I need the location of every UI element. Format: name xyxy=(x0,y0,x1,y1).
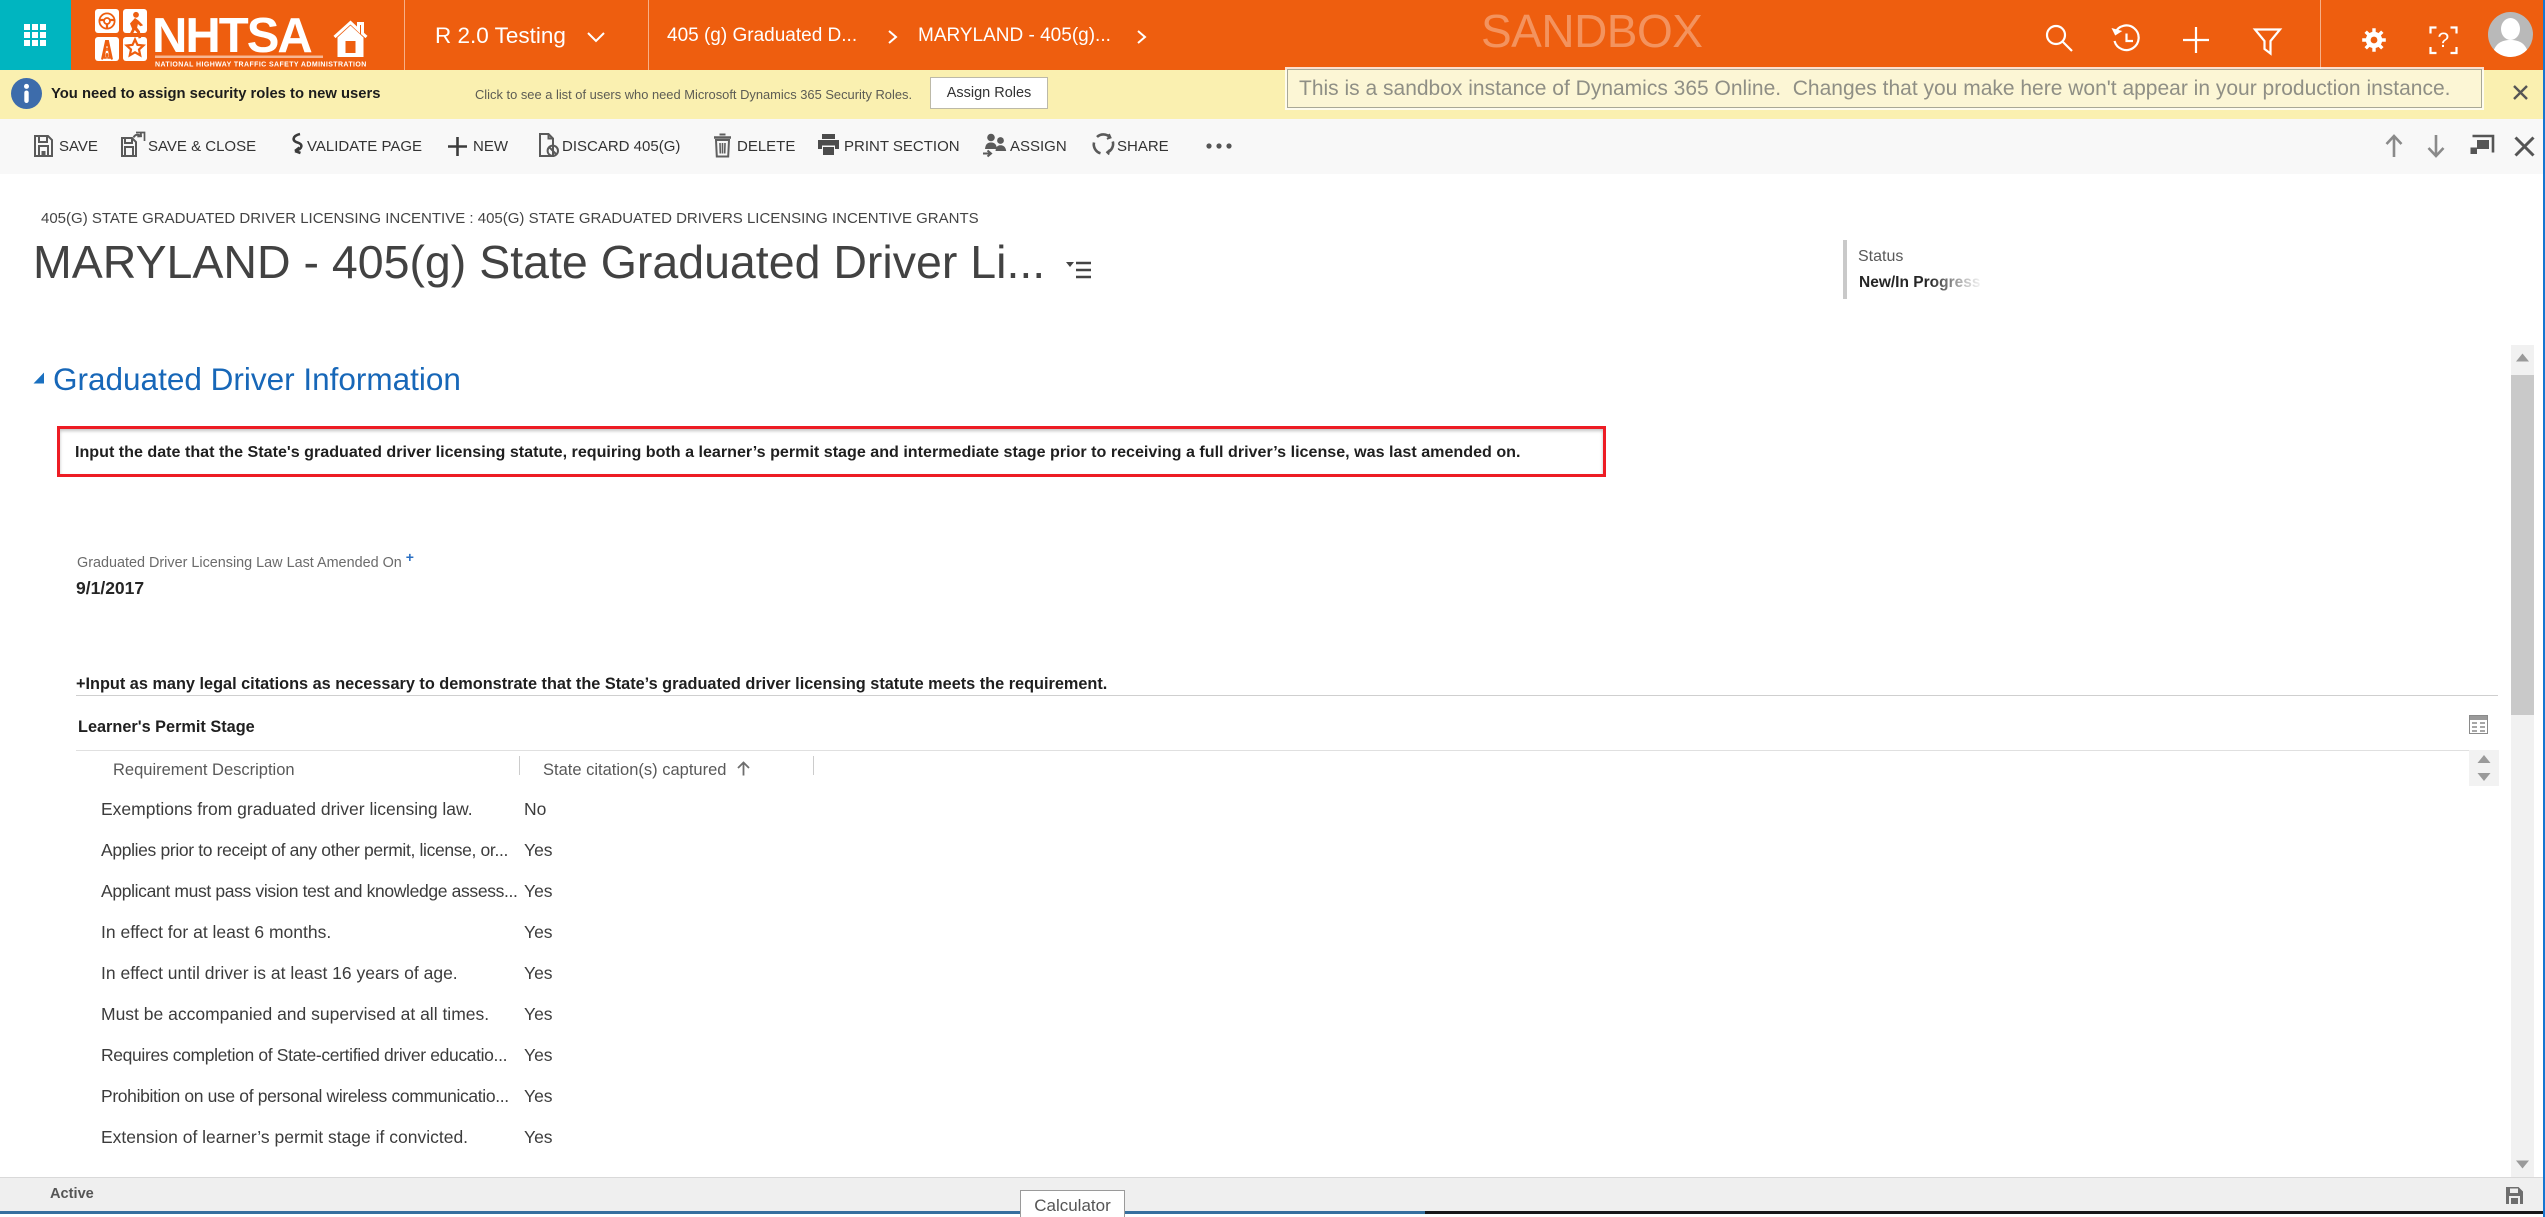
svg-text:NATIONAL HIGHWAY TRAFFIC SAFET: NATIONAL HIGHWAY TRAFFIC SAFETY ADMINIST… xyxy=(155,62,367,69)
svg-text:?: ? xyxy=(2438,29,2450,52)
svg-text:NHTSA: NHTSA xyxy=(152,9,312,63)
